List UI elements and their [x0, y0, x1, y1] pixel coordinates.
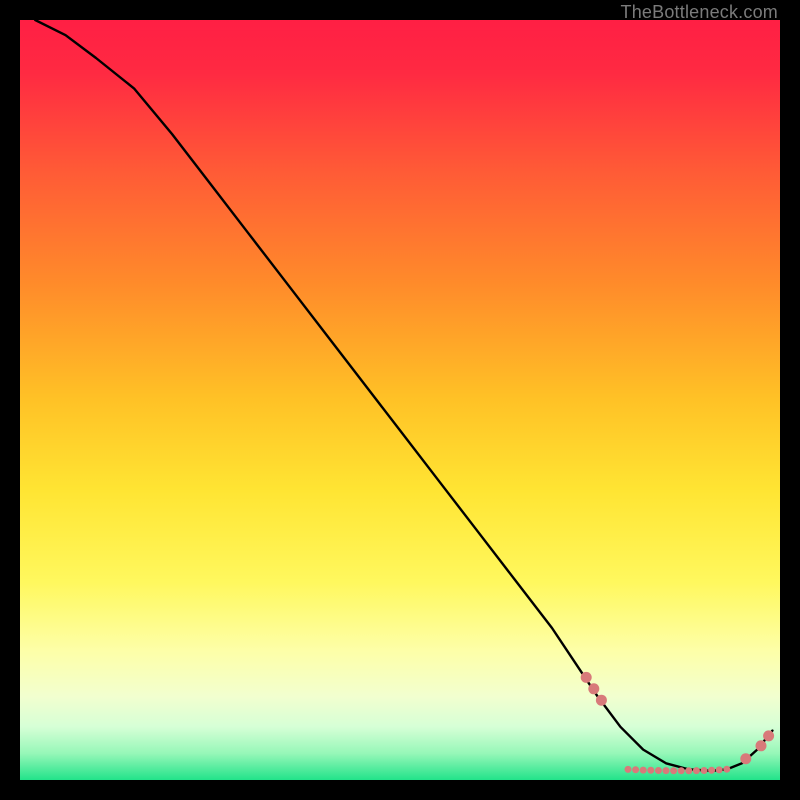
watermark-text: TheBottleneck.com — [621, 2, 778, 23]
chart-plot-area — [20, 20, 780, 780]
chart-svg — [20, 20, 780, 780]
